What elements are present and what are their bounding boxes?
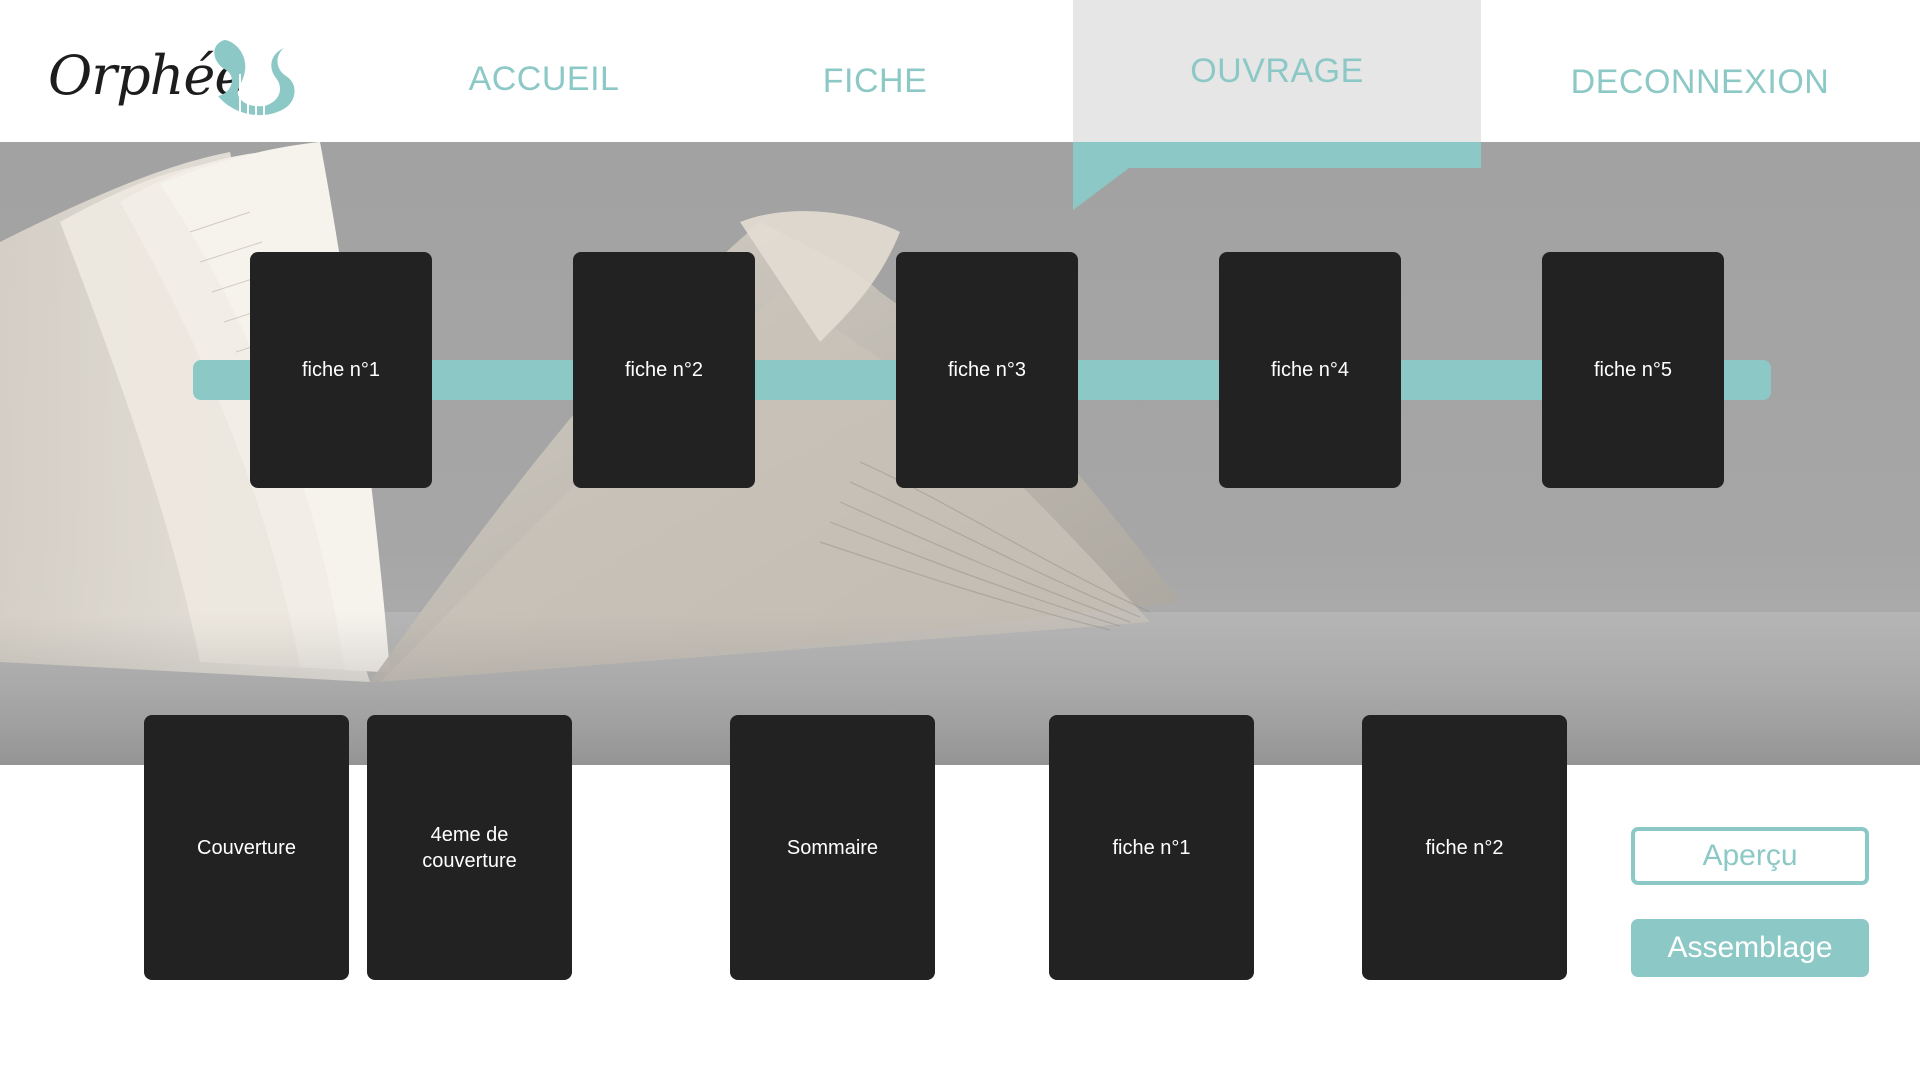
orphee-logo[interactable]: Orphée: [48, 30, 298, 130]
timeline-card-3[interactable]: fiche n°3: [896, 252, 1078, 488]
timeline-card-1[interactable]: fiche n°1: [250, 252, 432, 488]
assembly-card-fiche-1[interactable]: fiche n°1: [1049, 715, 1254, 980]
nav-deconnexion[interactable]: DECONNEXION: [1540, 0, 1860, 164]
header: Orphée ACCUEIL FICHE OUVRAGE DECONNEXION: [0, 0, 1920, 142]
assembly-card-couverture[interactable]: Couverture: [144, 715, 349, 980]
timeline-card-2[interactable]: fiche n°2: [573, 252, 755, 488]
lyre-icon: [214, 40, 295, 120]
apercu-button[interactable]: Aperçu: [1631, 827, 1869, 885]
timeline-card-4[interactable]: fiche n°4: [1219, 252, 1401, 488]
assembly-card-4eme-couverture[interactable]: 4eme de couverture: [367, 715, 572, 980]
assemblage-button[interactable]: Assemblage: [1631, 919, 1869, 977]
nav-accueil[interactable]: ACCUEIL: [416, 0, 672, 158]
assembly-card-sommaire[interactable]: Sommaire: [730, 715, 935, 980]
active-tab-pointer: [1073, 168, 1129, 210]
nav-ouvrage[interactable]: OUVRAGE: [1073, 0, 1481, 142]
nav-fiche[interactable]: FICHE: [747, 0, 1003, 162]
assembly-card-fiche-2[interactable]: fiche n°2: [1362, 715, 1567, 980]
active-tab-indicator: [1073, 142, 1481, 168]
timeline-card-5[interactable]: fiche n°5: [1542, 252, 1724, 488]
